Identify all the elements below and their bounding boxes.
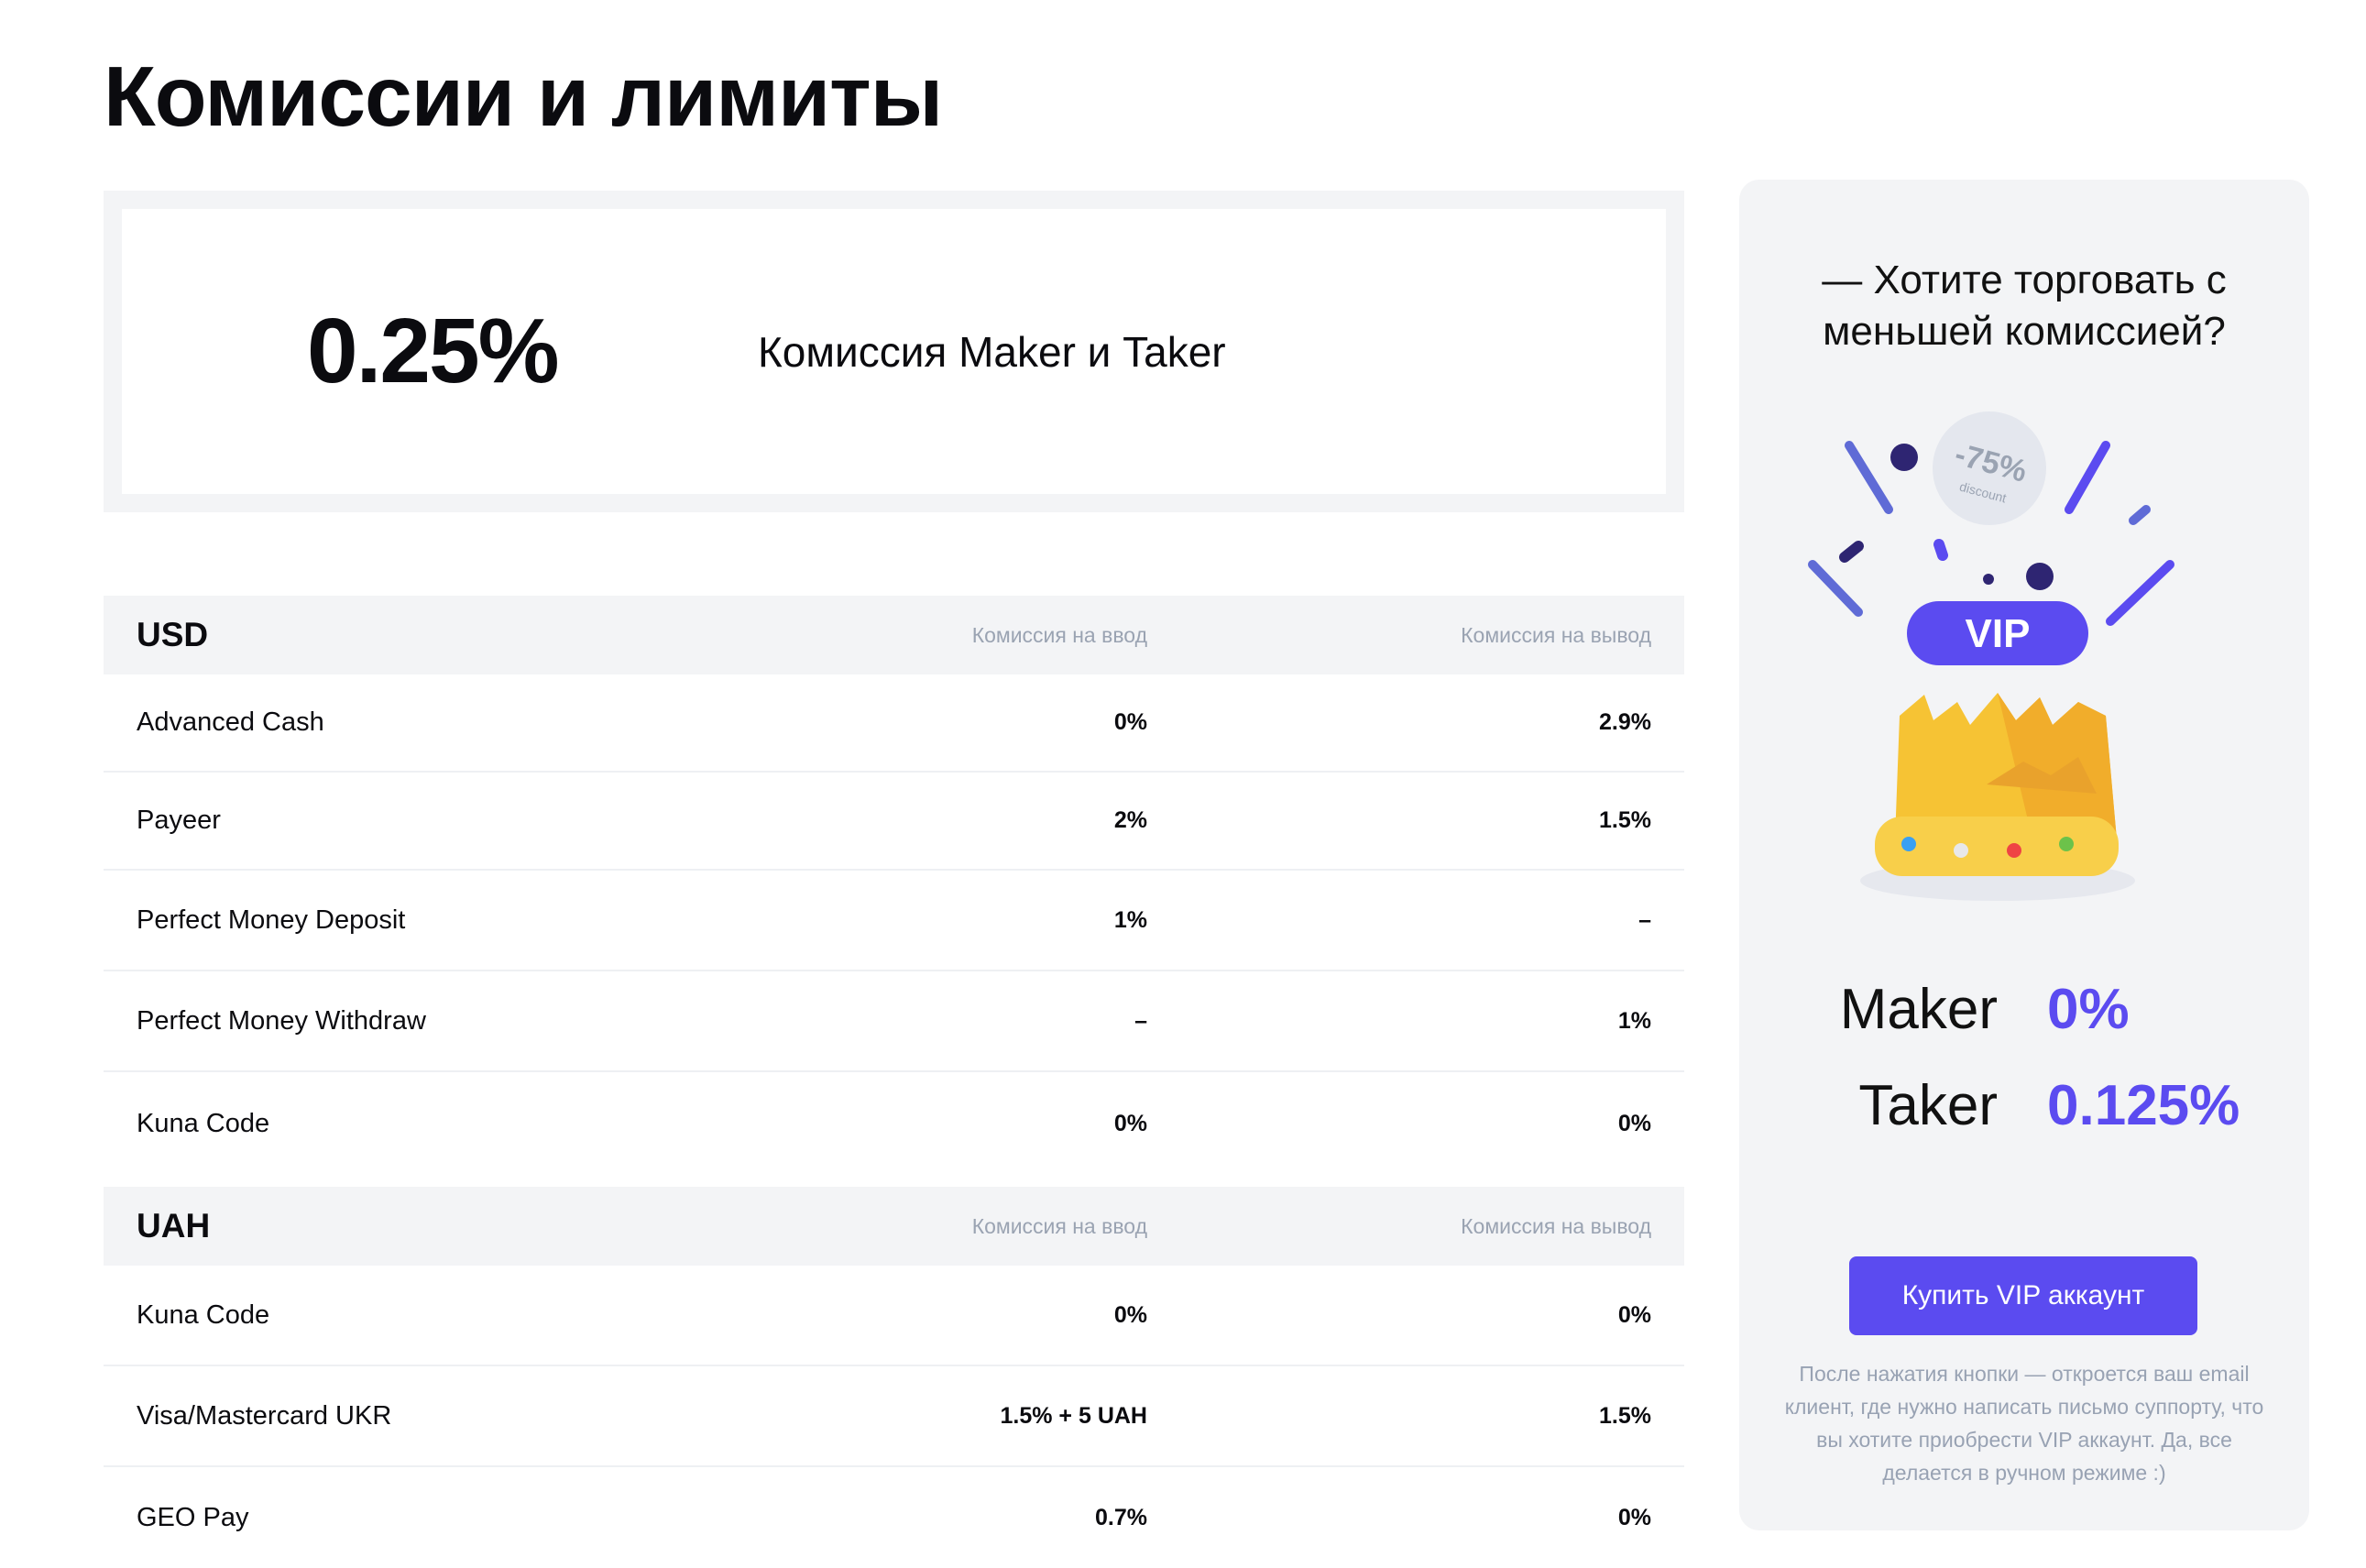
column-deposit-fee: Комиссия на ввод bbox=[971, 1213, 1147, 1238]
method-name: GEO Pay bbox=[137, 1502, 249, 1532]
withdraw-fee: 1.5% bbox=[1599, 807, 1651, 833]
uah-fee-table: UAH Комиссия на ввод Комиссия на вывод K… bbox=[104, 1187, 1684, 1568]
confetti-piece bbox=[1839, 541, 1864, 563]
table-header: USD Комиссия на ввод Комиссия на вывод bbox=[104, 596, 1684, 674]
deposit-fee: 2% bbox=[1113, 807, 1147, 833]
trading-fee-card: 0.25% Комиссия Maker и Taker bbox=[104, 191, 1684, 512]
deposit-fee: – bbox=[1134, 1007, 1147, 1034]
method-name: Advanced Cash bbox=[137, 707, 324, 737]
currency-title: UAH bbox=[137, 1207, 211, 1245]
method-name: Payeer bbox=[137, 806, 221, 835]
crown-gem bbox=[2007, 843, 2021, 858]
table-header: UAH Комиссия на ввод Комиссия на вывод bbox=[104, 1187, 1684, 1266]
confetti-piece bbox=[1845, 441, 1893, 514]
table-row: GEO Pay 0.7% 0% bbox=[104, 1467, 1684, 1568]
confetti-piece bbox=[2106, 560, 2174, 626]
method-name: Kuna Code bbox=[137, 1108, 270, 1138]
method-name: Perfect Money Withdraw bbox=[137, 1005, 426, 1036]
usd-fee-table: USD Комиссия на ввод Комиссия на вывод A… bbox=[104, 596, 1684, 1175]
buy-vip-button[interactable]: Купить VIP аккаунт bbox=[1849, 1256, 2197, 1335]
vip-question-line: меньшей комиссией? bbox=[1823, 309, 2226, 354]
vip-note: После нажатия кнопки — откроется ваш ema… bbox=[1784, 1362, 2264, 1485]
vip-crown-illustration: -75% discount VIP bbox=[1808, 411, 2174, 901]
deposit-fee: 0.7% bbox=[1095, 1504, 1147, 1530]
vip-question-line: — Хотите торговать с bbox=[1822, 258, 2227, 302]
withdraw-fee: 1.5% bbox=[1599, 1402, 1651, 1429]
table-row: Visa/Mastercard UKR 1.5% + 5 UAH 1.5% bbox=[104, 1366, 1684, 1467]
column-withdraw-fee: Комиссия на вывод bbox=[1461, 1213, 1651, 1238]
confetti-piece bbox=[1983, 574, 1994, 585]
column-withdraw-fee: Комиссия на вывод bbox=[1461, 622, 1651, 647]
table-row: Kuna Code 0% 0% bbox=[104, 1072, 1684, 1175]
method-name: Kuna Code bbox=[137, 1299, 270, 1330]
page-title: Комиссии и лимиты bbox=[104, 49, 943, 144]
confetti-piece bbox=[1933, 539, 1948, 561]
withdraw-fee: 0% bbox=[1617, 1504, 1651, 1530]
taker-value: 0.125% bbox=[2047, 1074, 2240, 1137]
vip-pill-label: VIP bbox=[1966, 611, 2031, 656]
maker-label: Maker bbox=[1839, 978, 1998, 1041]
method-name: Perfect Money Deposit bbox=[137, 905, 406, 935]
deposit-fee: 1% bbox=[1113, 906, 1147, 933]
withdraw-fee: – bbox=[1638, 906, 1651, 933]
table-row: Kuna Code 0% 0% bbox=[104, 1266, 1684, 1366]
deposit-fee: 0% bbox=[1113, 1110, 1147, 1136]
withdraw-fee: 2.9% bbox=[1599, 709, 1651, 735]
withdraw-fee: 0% bbox=[1617, 1110, 1651, 1136]
maker-value: 0% bbox=[2047, 978, 2130, 1041]
confetti-piece bbox=[2065, 441, 2110, 514]
withdraw-fee: 1% bbox=[1617, 1007, 1651, 1034]
column-deposit-fee: Комиссия на ввод bbox=[971, 622, 1147, 647]
deposit-fee: 0% bbox=[1113, 709, 1147, 735]
vip-offer-panel: — Хотите торговать с меньшей комиссией? … bbox=[1739, 180, 2309, 1530]
method-name: Visa/Mastercard UKR bbox=[137, 1400, 392, 1431]
crown-gem bbox=[2059, 837, 2074, 851]
crown-gem bbox=[1954, 843, 1968, 858]
trading-fee-value: 0.25% bbox=[307, 300, 560, 402]
table-row: Perfect Money Withdraw – 1% bbox=[104, 971, 1684, 1072]
crown-gem bbox=[1901, 837, 1916, 851]
confetti-piece bbox=[2129, 505, 2151, 525]
confetti-piece bbox=[2026, 563, 2054, 590]
vip-question: — Хотите торговать с меньшей комиссией? bbox=[1739, 255, 2309, 357]
confetti-piece bbox=[1808, 560, 1863, 617]
confetti-piece bbox=[1890, 444, 1918, 471]
deposit-fee: 1.5% + 5 UAH bbox=[1000, 1402, 1148, 1429]
table-row: Perfect Money Deposit 1% – bbox=[104, 871, 1684, 971]
deposit-fee: 0% bbox=[1113, 1301, 1147, 1328]
withdraw-fee: 0% bbox=[1617, 1301, 1651, 1328]
table-row: Payeer 2% 1.5% bbox=[104, 773, 1684, 871]
taker-label: Taker bbox=[1858, 1074, 1998, 1137]
table-row: Advanced Cash 0% 2.9% bbox=[104, 674, 1684, 773]
trading-fee-label: Комиссия Maker и Taker bbox=[758, 327, 1226, 376]
currency-title: USD bbox=[137, 616, 209, 653]
